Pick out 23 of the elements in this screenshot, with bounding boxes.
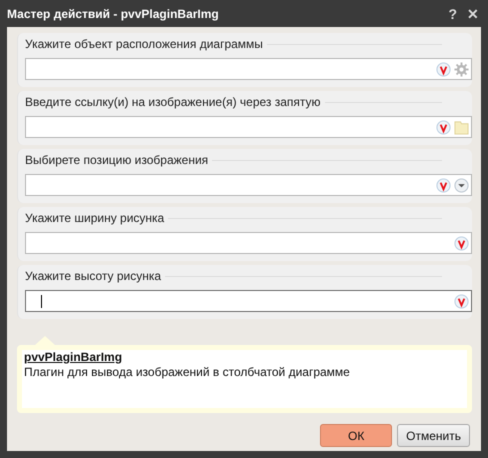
field-label: Введите ссылку(и) на изображение(я) через запятую (25, 95, 321, 109)
input-field[interactable] (25, 290, 472, 312)
input-field[interactable] (25, 58, 472, 80)
validation-icon[interactable] (454, 236, 469, 250)
field-label: Выбирете позицию изображения (25, 153, 208, 167)
input-field[interactable] (25, 232, 472, 254)
validation-icon[interactable] (436, 62, 451, 76)
input-field[interactable] (25, 116, 472, 138)
field-label: Укажите высоту рисунка (25, 269, 162, 283)
help-button[interactable]: ? (446, 6, 459, 22)
validation-icon[interactable] (436, 178, 451, 192)
ok-button[interactable]: ОК (320, 424, 392, 447)
plugin-link[interactable]: pvvPlaginBarImg (24, 350, 467, 364)
field-label: Укажите объект расположения диаграммы (25, 37, 263, 51)
field-label: Укажите ширину рисунка (25, 211, 164, 225)
cancel-button[interactable]: Отменить (397, 424, 470, 447)
dropdown-icon[interactable] (454, 178, 469, 192)
input-field[interactable] (25, 174, 472, 196)
validation-icon[interactable] (454, 294, 469, 308)
description-text: Плагин для вывода изображений в столбчатой диаграмме (24, 365, 351, 379)
window-title: Мастер действий - pvvPlaginBarImg (7, 6, 219, 20)
close-button[interactable]: ✕ (465, 6, 481, 22)
validation-icon[interactable] (436, 120, 451, 134)
